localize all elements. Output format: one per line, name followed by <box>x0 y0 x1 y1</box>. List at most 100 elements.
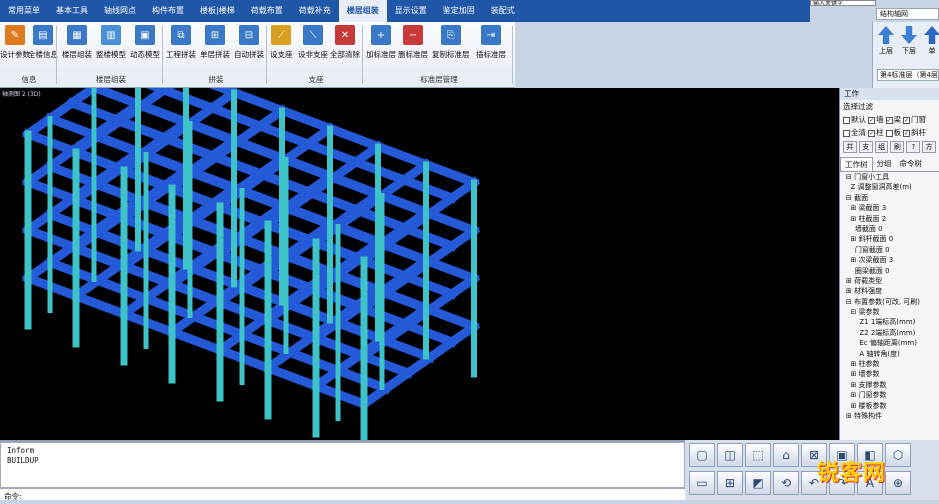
tree-node[interactable]: ⊞ 柱截面 2 <box>846 214 939 224</box>
toolbar-button[interactable]: ▢ <box>689 443 715 467</box>
ribbon-button[interactable]: ▣ 动态模型 <box>130 25 160 63</box>
ribbon-icon: ⟍ <box>303 25 323 45</box>
menu-item[interactable]: 轴线网点 <box>96 0 144 22</box>
toolbar-button[interactable]: ⊞ <box>717 471 743 495</box>
panel-button[interactable]: ? <box>906 141 921 153</box>
menu-item[interactable]: 荷载布置 <box>243 0 291 22</box>
menu-item[interactable]: 楼层组装 <box>338 0 387 22</box>
ribbon-button[interactable]: ⟍ 设非支座 <box>298 25 328 63</box>
tree-node[interactable]: ⊞ 特殊构件 <box>846 411 939 421</box>
filter-checkbox[interactable] <box>843 116 850 124</box>
arrow-down-icon <box>901 26 917 44</box>
ribbon-button[interactable]: + 加标准层 <box>366 25 396 63</box>
grid-label[interactable]: 结构轴网 <box>876 8 939 20</box>
ribbon-button[interactable]: − 删标准层 <box>398 25 428 63</box>
ribbon-button[interactable]: ✎ 设计参数 <box>0 25 30 63</box>
panel-tab[interactable]: 命令树 <box>896 157 927 171</box>
panel-button[interactable]: 组 <box>874 141 889 153</box>
ribbon-group-label: 标准层管理 <box>420 75 458 84</box>
filter-checkbox[interactable] <box>885 129 893 137</box>
tree-node[interactable]: ⊞ 楼板参数 <box>846 401 939 411</box>
ribbon-button[interactable]: ⊟ 自动拼装 <box>234 25 264 63</box>
log-line: Inform <box>7 446 35 455</box>
tree-node[interactable]: Z2 2端标高(mm) <box>846 328 939 338</box>
panel-button[interactable]: 支 <box>858 141 873 153</box>
panel-button[interactable]: 方 <box>922 141 936 153</box>
floor-up-button[interactable]: 上层 <box>876 26 896 56</box>
tree-node[interactable]: ⊞ 次梁截面 3 <box>846 255 939 265</box>
ribbon-button[interactable]: ⧉ 工程拼装 <box>166 25 196 63</box>
tree-node[interactable]: ⊞ 支撑参数 <box>846 380 939 390</box>
tree-node[interactable]: A 轴转角(度) <box>846 349 939 359</box>
tree-node[interactable]: Z1 1端标高(mm) <box>846 317 939 327</box>
tree-node[interactable]: ⊞ 门窗参数 <box>846 390 939 400</box>
menu-item[interactable]: 显示设置 <box>387 0 435 22</box>
tree-node[interactable]: ⊞ 斜杆截面 0 <box>846 234 939 244</box>
ribbon-icon: ⊞ <box>205 25 225 45</box>
toolbar-button[interactable]: ◫ <box>717 443 743 467</box>
filter-checkbox[interactable] <box>903 129 910 137</box>
filter-checkbox[interactable] <box>885 116 893 124</box>
menu-item[interactable]: 常用菜单 <box>0 0 48 22</box>
panel-button[interactable]: 刷 <box>890 141 905 153</box>
tree-node[interactable]: Ec 偏轴距离(mm) <box>846 338 939 348</box>
search-input[interactable]: 输入关键字 <box>810 0 876 6</box>
panel-button[interactable]: 井 <box>843 141 857 153</box>
ribbon-label: 设非支座 <box>298 50 328 59</box>
menu-item[interactable]: 鉴定加固 <box>435 0 483 22</box>
filter-checkbox[interactable] <box>903 116 910 124</box>
beam <box>349 188 385 217</box>
panel-tab[interactable]: 工作树 <box>840 157 873 171</box>
ribbon-label: 工程拼装 <box>166 50 196 59</box>
tree-node[interactable]: ⊞ 柱参数 <box>846 359 939 369</box>
beam <box>301 122 337 151</box>
ribbon-button[interactable]: ⎘ 复制标准层 <box>432 25 470 63</box>
3d-viewport[interactable]: 轴测图 2 (3D) <box>0 88 839 440</box>
ribbon-label: 加标准层 <box>366 50 396 59</box>
tree-node[interactable]: ⊞ 材料强度 <box>846 286 939 296</box>
floor-down-button[interactable]: 下层 <box>899 26 919 56</box>
toolbar-button[interactable]: ⊕ <box>885 471 911 495</box>
tree-node[interactable]: ⊟ 布置参数(可改, 可刷) <box>846 297 939 307</box>
tree-node[interactable]: 圈梁截面 0 <box>846 266 939 276</box>
ribbon-icon: ▦ <box>67 25 87 45</box>
ribbon-icon: ⊟ <box>239 25 259 45</box>
tree-node[interactable]: Z 调整窗洞高差(m) <box>846 182 939 192</box>
tree-node[interactable]: ⊟ 截面 <box>846 193 939 203</box>
menu-item[interactable]: 荷载补充 <box>291 0 339 22</box>
toolbar-button[interactable]: ⌂ <box>773 443 799 467</box>
toolbar-button[interactable]: ⬡ <box>885 443 911 467</box>
filter-checkbox[interactable] <box>868 129 875 137</box>
tree-node[interactable]: ⊞ 荷载类型 <box>846 276 939 286</box>
tree-node[interactable]: ⊟ 梁参数 <box>846 307 939 317</box>
filter-checkbox[interactable] <box>868 116 875 124</box>
menu-item[interactable]: 楼板|楼梯 <box>192 0 243 22</box>
ribbon-button[interactable]: ▦ 楼层组装 <box>62 25 92 63</box>
menu-item[interactable]: 构件布置 <box>144 0 192 22</box>
ribbon-button[interactable]: ⇥ 插标准层 <box>476 25 506 63</box>
beam <box>324 170 384 201</box>
ribbon-button[interactable]: ▥ 整楼模型 <box>96 25 126 63</box>
toolbar-button[interactable]: ◩ <box>745 471 771 495</box>
toolbar-button[interactable]: ▭ <box>689 471 715 495</box>
tree-node[interactable]: 墙截面 0 <box>846 224 939 234</box>
menu-item[interactable]: 装配式 <box>483 0 523 22</box>
ribbon-button[interactable]: ▤ 全楼信息 <box>28 25 58 63</box>
ribbon-button[interactable]: ⟋ 设支座 <box>270 25 293 63</box>
tree-node[interactable]: 门窗截面 0 <box>846 245 939 255</box>
ribbon-button[interactable]: ✕ 全部清除 <box>330 25 360 63</box>
tree-node[interactable]: ⊟ 门窗小工具 <box>846 172 939 182</box>
filter-label: 板 <box>893 128 902 137</box>
filter-checkbox[interactable] <box>843 129 850 137</box>
tree-node[interactable]: ⊞ 梁截面 3 <box>846 203 939 213</box>
ribbon-button[interactable]: ⊞ 单层拼装 <box>200 25 230 63</box>
tree-node[interactable]: ⊞ 墙参数 <box>846 369 939 379</box>
panel-tab[interactable]: 分组 <box>873 157 896 171</box>
command-input[interactable]: 命令: <box>0 488 685 504</box>
floor-select[interactable]: 第4标准层（第4层 <box>877 69 939 81</box>
beam <box>180 164 240 195</box>
toolbar-button[interactable]: ⟲ <box>773 471 799 495</box>
toolbar-button[interactable]: ⬚ <box>745 443 771 467</box>
menu-item[interactable]: 基本工具 <box>48 0 96 22</box>
single-floor-button[interactable]: 单 <box>922 26 939 56</box>
